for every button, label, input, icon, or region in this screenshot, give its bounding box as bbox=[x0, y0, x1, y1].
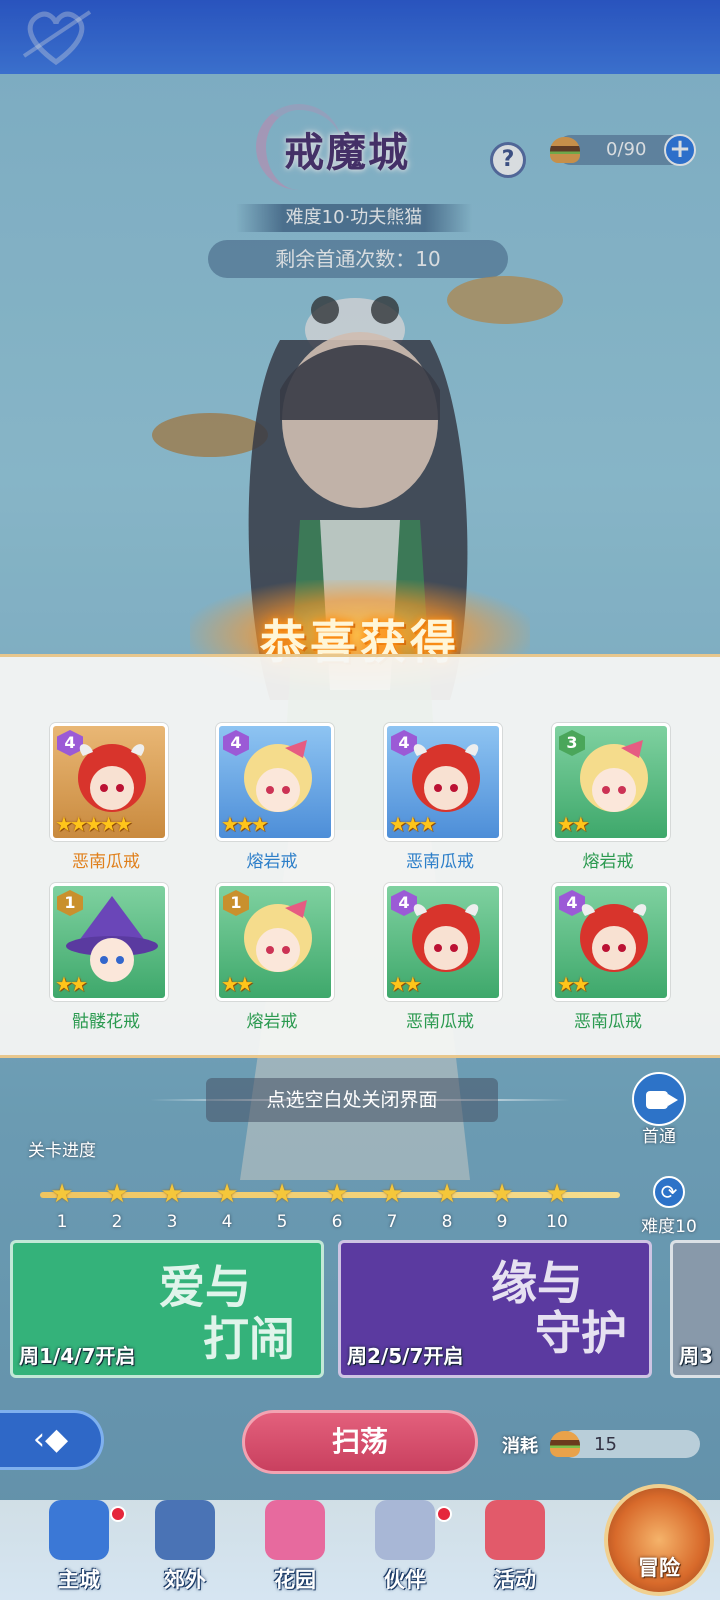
nav-label: 郊外 bbox=[164, 1568, 206, 1592]
event-schedule: 周2/5/7开启 bbox=[347, 1344, 464, 1368]
nav-item[interactable]: 伙伴 bbox=[350, 1500, 460, 1600]
event-schedule: 周1/4/7开启 bbox=[19, 1344, 136, 1368]
nav-item-adventure[interactable]: 冒险 bbox=[604, 1484, 714, 1596]
reward-item-name: 骷髅花戒 bbox=[72, 1012, 140, 1032]
progress-label: 关卡进度 bbox=[28, 1141, 96, 1161]
cost-bar bbox=[560, 1430, 700, 1458]
cost-label: 消耗 bbox=[502, 1436, 538, 1457]
nav-item[interactable]: 花园 bbox=[240, 1500, 350, 1600]
event-schedule: 周3 bbox=[679, 1344, 713, 1368]
progress-star-icon: ★ bbox=[435, 1179, 459, 1209]
sweep-button[interactable]: 扫荡 bbox=[242, 1410, 478, 1474]
progress-star-icon: ★ bbox=[105, 1179, 129, 1209]
video-camera-icon bbox=[632, 1072, 686, 1126]
nav-label: 活动 bbox=[494, 1568, 536, 1592]
star-rating: ★★ bbox=[389, 972, 422, 996]
burger-stamina-icon bbox=[550, 1431, 580, 1457]
gift-icon bbox=[485, 1500, 545, 1560]
progress-star-icon: ★ bbox=[380, 1179, 404, 1209]
progress-step-number: 3 bbox=[166, 1212, 178, 1232]
star-rating: ★★★★★ bbox=[55, 812, 133, 836]
reward-item-card[interactable]: 4 ★★ bbox=[552, 883, 670, 1001]
reward-item-card[interactable]: 1 ★★ bbox=[216, 883, 334, 1001]
castle-icon bbox=[49, 1500, 109, 1560]
progress-star-icon: ★ bbox=[270, 1179, 294, 1209]
outskirts-icon bbox=[155, 1500, 215, 1560]
progress-star-icon: ★ bbox=[50, 1179, 74, 1209]
reward-item-name: 恶南瓜戒 bbox=[574, 1012, 642, 1032]
progress-star-icon: ★ bbox=[160, 1179, 184, 1209]
nav-item[interactable]: 活动 bbox=[460, 1500, 570, 1600]
garden-heart-icon bbox=[265, 1500, 325, 1560]
nav-label: 花园 bbox=[274, 1568, 316, 1592]
nav-item[interactable]: 郊外 bbox=[130, 1500, 240, 1600]
nav-label: 伙伴 bbox=[384, 1568, 426, 1592]
progress-step-number: 10 bbox=[546, 1212, 568, 1232]
star-rating: ★★ bbox=[557, 972, 590, 996]
close-hint: 点选空白处关闭界面 bbox=[206, 1078, 498, 1122]
first-clear-video-button[interactable]: 首通 bbox=[630, 1072, 688, 1147]
reward-item-name: 熔岩戒 bbox=[582, 852, 634, 872]
difficulty-switch-label: 难度10 bbox=[641, 1217, 697, 1237]
progress-step-number: 8 bbox=[441, 1212, 453, 1232]
progress-step-number: 9 bbox=[496, 1212, 508, 1232]
reward-panel: 4 ★★★★★ 恶南瓜戒 4 ★★★ 熔岩戒 4 ★★★ 恶南瓜戒 3 ★★ 熔… bbox=[0, 654, 720, 1058]
reward-item-name: 恶南瓜戒 bbox=[406, 852, 474, 872]
progress-star-icon: ★ bbox=[215, 1179, 239, 1209]
reward-item-card[interactable]: 1 ★★ bbox=[50, 883, 168, 1001]
star-rating: ★★ bbox=[55, 972, 88, 996]
progress-step-number: 7 bbox=[386, 1212, 398, 1232]
progress-step-number: 5 bbox=[276, 1212, 288, 1232]
event-card[interactable]: 爱与 打闹 周1/4/7开启 bbox=[10, 1240, 324, 1378]
progress-star-icon: ★ bbox=[545, 1179, 569, 1209]
refresh-icon: ⟳ bbox=[653, 1176, 685, 1208]
reward-item-card[interactable]: 4 ★★★★★ bbox=[50, 723, 168, 841]
reward-item-card[interactable]: 3 ★★ bbox=[552, 723, 670, 841]
progress-step-number: 1 bbox=[56, 1212, 68, 1232]
nav-item[interactable]: 主城 bbox=[24, 1500, 134, 1600]
event-title-line1: 缘与 bbox=[491, 1256, 583, 1310]
event-title-line1: 爱与 bbox=[159, 1260, 251, 1314]
cost-value: 15 bbox=[594, 1434, 617, 1455]
progress-step-number: 4 bbox=[221, 1212, 233, 1232]
back-button[interactable]: ‹◆ bbox=[0, 1410, 104, 1470]
reward-item-card[interactable]: 4 ★★★ bbox=[216, 723, 334, 841]
partner-icon bbox=[375, 1500, 435, 1560]
progress-step-number: 2 bbox=[111, 1212, 123, 1232]
sweep-cost: 消耗 15 bbox=[502, 1428, 702, 1460]
event-title-line2: 打闹 bbox=[203, 1312, 295, 1366]
reward-item-name: 恶南瓜戒 bbox=[72, 852, 140, 872]
progress-star-icon: ★ bbox=[325, 1179, 349, 1209]
star-rating: ★★★ bbox=[389, 812, 437, 836]
star-rating: ★★★ bbox=[221, 812, 269, 836]
reward-item-name: 恶南瓜戒 bbox=[406, 1012, 474, 1032]
notification-dot bbox=[436, 1506, 452, 1522]
reward-item-name: 熔岩戒 bbox=[246, 852, 298, 872]
reward-item-card[interactable]: 4 ★★★ bbox=[384, 723, 502, 841]
reward-item-name: 熔岩戒 bbox=[246, 1012, 298, 1032]
event-card[interactable]: 缘与 守护 周2/5/7开启 bbox=[338, 1240, 652, 1378]
star-rating: ★★ bbox=[557, 812, 590, 836]
progress-step-number: 6 bbox=[331, 1212, 343, 1232]
event-card[interactable]: 周3 bbox=[670, 1240, 720, 1378]
progress-star-icon: ★ bbox=[490, 1179, 514, 1209]
difficulty-switch-button[interactable]: ⟳ 难度10 bbox=[634, 1176, 704, 1237]
nav-label: 主城 bbox=[58, 1568, 100, 1592]
notification-dot bbox=[110, 1506, 126, 1522]
nav-label: 冒险 bbox=[638, 1556, 680, 1580]
star-rating: ★★ bbox=[221, 972, 254, 996]
reward-item-card[interactable]: 4 ★★ bbox=[384, 883, 502, 1001]
event-title-line2: 守护 bbox=[535, 1306, 627, 1360]
